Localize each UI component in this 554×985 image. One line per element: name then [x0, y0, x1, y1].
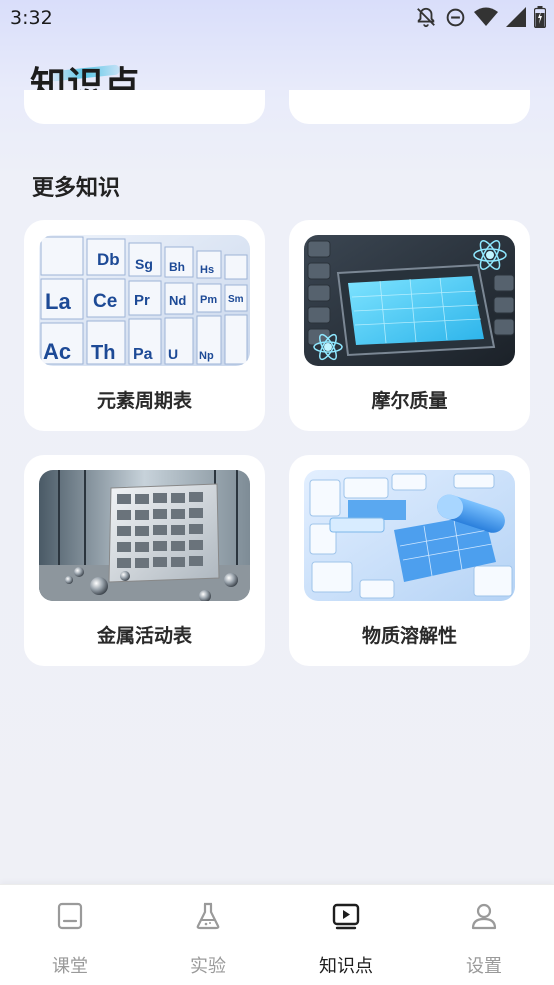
svg-text:Db: Db	[97, 250, 120, 269]
bottom-tab-bar: 课堂 实验 知识点 设置	[0, 884, 554, 985]
svg-text:Ce: Ce	[93, 291, 117, 312]
tab-label: 知识点	[319, 956, 373, 977]
do-not-disturb-icon	[446, 8, 465, 26]
svg-text:Bh: Bh	[169, 260, 185, 274]
wifi-icon	[474, 7, 498, 26]
tab-settings[interactable]: 设置	[424, 885, 544, 985]
svg-text:U: U	[168, 346, 178, 362]
svg-text:La: La	[45, 289, 71, 314]
svg-text:Np: Np	[199, 350, 214, 362]
molar-mass-device-image	[304, 235, 515, 366]
user-icon	[471, 903, 497, 930]
video-play-icon	[332, 903, 360, 930]
battery-icon	[534, 6, 546, 28]
knowledge-card-metal-activity[interactable]: 金属活动表	[24, 455, 265, 666]
svg-text:Pa: Pa	[133, 346, 153, 363]
metal-activity-tablet-image	[39, 470, 250, 601]
svg-text:Nd: Nd	[169, 293, 186, 308]
tab-label: 实验	[190, 956, 226, 977]
knowledge-card-periodic-table[interactable]: Db Sg Bh Hs La Ce Pr Nd Pm Sm Ac Th Pa U Np 元素周期表	[24, 220, 265, 431]
tab-experiment[interactable]: 实验	[148, 885, 268, 985]
periodic-table-image: Db Sg Bh Hs La Ce Pr Nd Pm Sm Ac Th Pa U Np	[39, 235, 250, 366]
status-time: 3:32	[10, 7, 53, 29]
flask-icon	[196, 902, 220, 930]
partial-card-right[interactable]	[289, 90, 530, 124]
svg-text:Th: Th	[91, 342, 115, 364]
tab-label: 设置	[466, 956, 502, 977]
svg-text:Pr: Pr	[134, 292, 150, 309]
tab-label: 课堂	[52, 956, 88, 977]
signal-icon	[506, 7, 526, 27]
book-icon	[57, 902, 83, 930]
status-icons	[415, 6, 546, 28]
svg-text:Ac: Ac	[43, 339, 71, 364]
card-label: 元素周期表	[96, 390, 192, 412]
solubility-chart-image	[304, 470, 515, 601]
card-label: 摩尔质量	[371, 390, 448, 412]
card-label: 金属活动表	[96, 625, 192, 647]
tab-knowledge[interactable]: 知识点	[286, 885, 406, 985]
knowledge-card-molar-mass[interactable]: 摩尔质量	[289, 220, 530, 431]
svg-text:Hs: Hs	[200, 264, 214, 276]
card-label: 物质溶解性	[361, 625, 457, 647]
knowledge-card-solubility[interactable]: 物质溶解性	[289, 455, 530, 666]
status-bar: 3:32	[0, 0, 554, 38]
svg-text:Sm: Sm	[228, 294, 244, 305]
notifications-off-icon	[417, 7, 435, 28]
svg-text:Pm: Pm	[200, 294, 217, 306]
section-title: 更多知识	[32, 176, 121, 201]
tab-classroom[interactable]: 课堂	[10, 885, 130, 985]
partial-card-left[interactable]	[24, 90, 265, 124]
svg-text:Sg: Sg	[135, 256, 153, 272]
